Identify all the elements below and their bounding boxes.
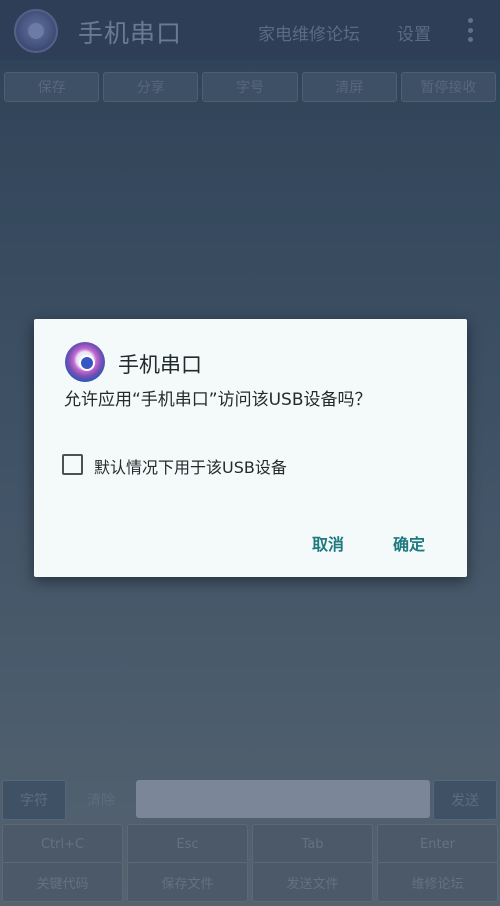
app-bar: 手机串口 家电维修论坛 设置 bbox=[0, 0, 500, 60]
app-logo-icon bbox=[14, 9, 58, 53]
clear-screen-button[interactable]: 清屏 bbox=[301, 72, 397, 102]
default-usb-checkbox[interactable] bbox=[62, 454, 83, 475]
save-button[interactable]: 保存 bbox=[4, 72, 100, 102]
key-row: Ctrl+C Esc Tab Enter bbox=[2, 824, 498, 864]
usb-permission-dialog: 手机串口 允许应用“手机串口”访问该USB设备吗？ 默认情况下用于该USB设备 … bbox=[34, 319, 467, 577]
app-icon bbox=[65, 342, 105, 382]
app-title: 手机串口 bbox=[78, 19, 183, 48]
ctrl-c-key[interactable]: Ctrl+C bbox=[2, 824, 123, 864]
repair-forum-link[interactable]: 家电维修论坛 bbox=[258, 20, 360, 45]
key-code-button[interactable]: 关键代码 bbox=[2, 862, 123, 902]
font-size-button[interactable]: 字号 bbox=[202, 72, 298, 102]
char-mode-button[interactable]: 字符 bbox=[2, 780, 66, 820]
esc-key[interactable]: Esc bbox=[127, 824, 248, 864]
dialog-message: 允许应用“手机串口”访问该USB设备吗？ bbox=[64, 390, 372, 410]
clear-input-button[interactable]: 清除 bbox=[68, 780, 134, 820]
more-options-icon[interactable] bbox=[462, 16, 478, 44]
settings-link[interactable]: 设置 bbox=[397, 20, 431, 45]
repair-forum-button[interactable]: 维修论坛 bbox=[377, 862, 498, 902]
top-toolbar: 保存 分享 字号 清屏 暂停接收 bbox=[4, 72, 497, 102]
save-file-button[interactable]: 保存文件 bbox=[127, 862, 248, 902]
function-row: 关键代码 保存文件 发送文件 维修论坛 bbox=[2, 862, 498, 902]
send-row: 字符 清除 发送 bbox=[0, 778, 500, 822]
dialog-title: 手机串口 bbox=[118, 353, 202, 377]
share-button[interactable]: 分享 bbox=[103, 72, 199, 102]
pause-receive-button[interactable]: 暂停接收 bbox=[400, 72, 497, 102]
send-input[interactable] bbox=[136, 780, 430, 818]
ok-button[interactable]: 确定 bbox=[393, 531, 425, 555]
checkbox-label[interactable]: 默认情况下用于该USB设备 bbox=[94, 454, 287, 478]
send-button[interactable]: 发送 bbox=[433, 780, 497, 820]
cancel-button[interactable]: 取消 bbox=[312, 531, 344, 555]
enter-key[interactable]: Enter bbox=[377, 824, 498, 864]
tab-key[interactable]: Tab bbox=[252, 824, 373, 864]
send-file-button[interactable]: 发送文件 bbox=[252, 862, 373, 902]
